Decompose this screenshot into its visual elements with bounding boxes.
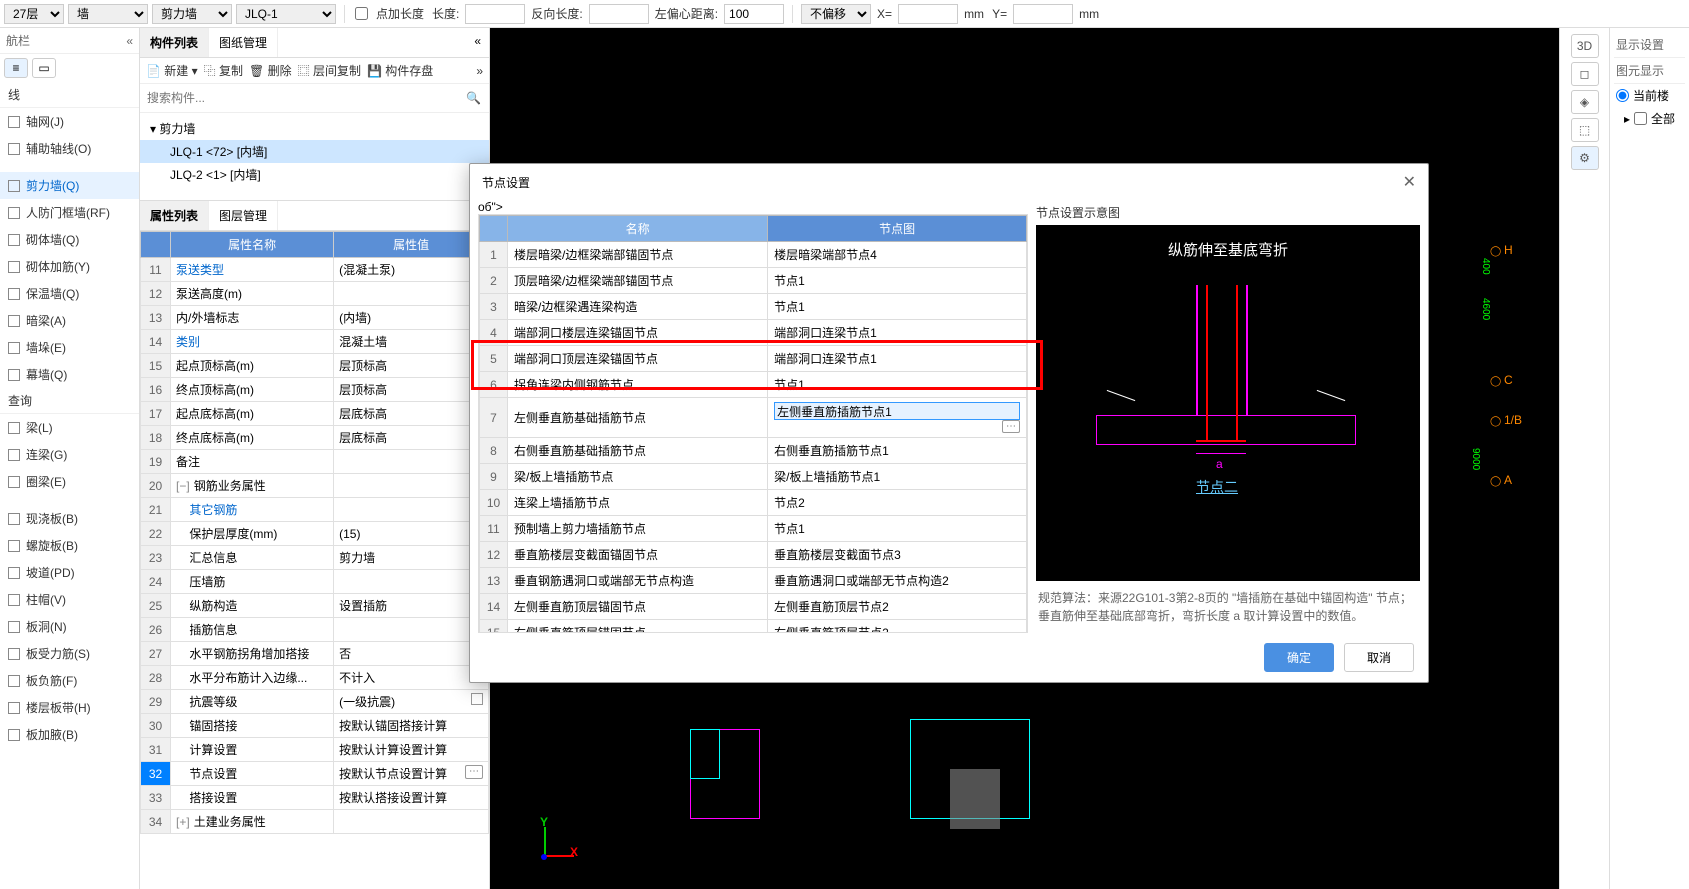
- node-row-10[interactable]: 10连梁上墙插筋节点节点2: [480, 490, 1027, 516]
- dialog-overlay: 节点设置 ✕ об"> 名称 节点图 1楼层暗梁/边框梁端部锚固节点楼层暗梁端部…: [0, 0, 1689, 889]
- node-row-13[interactable]: 13垂直钢筋遇洞口或端部无节点构造垂直筋遇洞口或端部无节点构造2: [480, 568, 1027, 594]
- node-row-5[interactable]: 5端部洞口顶层连梁锚固节点端部洞口连梁节点1: [480, 346, 1027, 372]
- cancel-button[interactable]: 取消: [1344, 643, 1414, 672]
- preview-title: 节点设置示意图: [1036, 200, 1420, 225]
- node-row-7[interactable]: 7左侧垂直筋基础插筋节点⋯: [480, 398, 1027, 438]
- node-row-4[interactable]: 4端部洞口楼层连梁锚固节点端部洞口连梁节点1: [480, 320, 1027, 346]
- node-settings-dialog: 节点设置 ✕ об"> 名称 节点图 1楼层暗梁/边框梁端部锚固节点楼层暗梁端部…: [469, 163, 1429, 683]
- node-row-14[interactable]: 14左侧垂直筋顶层锚固节点左侧垂直筋顶层节点2: [480, 594, 1027, 620]
- node-row-1[interactable]: 1楼层暗梁/边框梁端部锚固节点楼层暗梁端部节点4: [480, 242, 1027, 268]
- node-row-15[interactable]: 15右侧垂直筋顶层锚固节点右侧垂直筋顶层节点2: [480, 620, 1027, 634]
- preview-canvas: 纵筋伸至基底弯折 a 节点二: [1036, 225, 1420, 581]
- node-ellipsis-btn[interactable]: ⋯: [1002, 420, 1020, 433]
- ok-button[interactable]: 确定: [1264, 643, 1334, 672]
- dlg-col-node: 节点图: [768, 216, 1027, 242]
- dialog-close-btn[interactable]: ✕: [1403, 172, 1416, 192]
- node-row-6[interactable]: 6拐角连梁内侧钢筋节点节点1: [480, 372, 1027, 398]
- preview-desc: 规范算法：来源22G101-3第2-8页的 "墙插筋在基础中锚固构造" 节点；垂…: [1036, 581, 1420, 633]
- dim-a: a: [1216, 457, 1223, 471]
- node-row-3[interactable]: 3暗梁/边框梁遇连梁构造节点1: [480, 294, 1027, 320]
- node-row-9[interactable]: 9梁/板上墙插筋节点梁/板上墙插筋节点1: [480, 464, 1027, 490]
- node-edit-input[interactable]: [774, 402, 1020, 420]
- diagram-node-label[interactable]: 节点二: [1196, 477, 1238, 497]
- node-row-2[interactable]: 2顶层暗梁/边框梁端部锚固节点节点1: [480, 268, 1027, 294]
- node-table: 名称 节点图 1楼层暗梁/边框梁端部锚固节点楼层暗梁端部节点42顶层暗梁/边框梁…: [479, 215, 1027, 633]
- node-row-8[interactable]: 8右侧垂直筋基础插筋节点右侧垂直筋插筋节点1: [480, 438, 1027, 464]
- node-row-12[interactable]: 12垂直筋楼层变截面锚固节点垂直筋楼层变截面节点3: [480, 542, 1027, 568]
- node-row-11[interactable]: 11预制墙上剪力墙插筋节点节点1: [480, 516, 1027, 542]
- dialog-title-text: 节点设置: [482, 174, 530, 191]
- diagram-title: 纵筋伸至基底弯折: [1036, 239, 1420, 260]
- dlg-col-name: 名称: [508, 216, 768, 242]
